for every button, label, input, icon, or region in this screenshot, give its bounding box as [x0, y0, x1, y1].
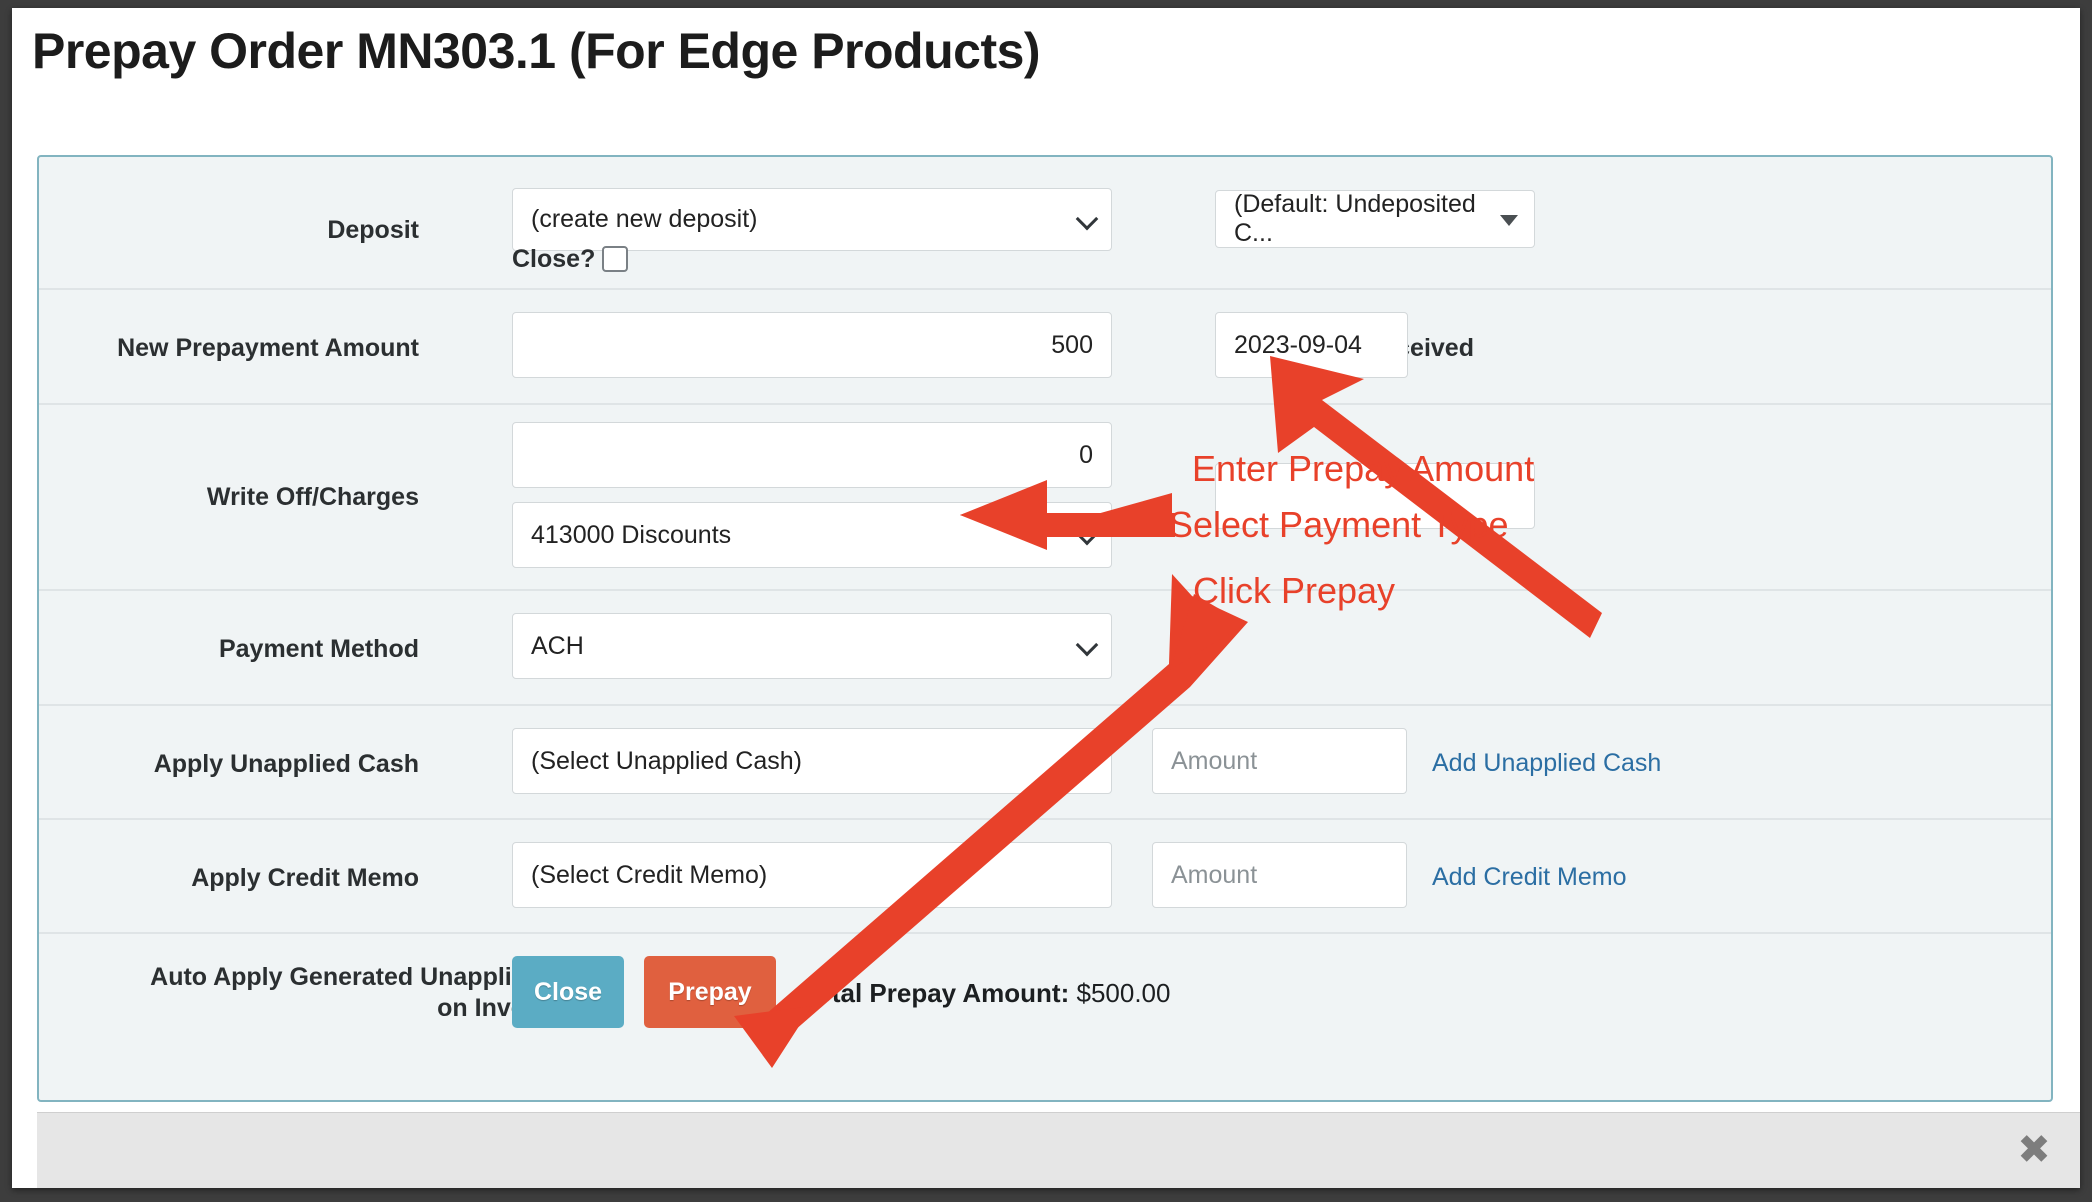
- total-prepay-amount-value: $500.00: [1076, 978, 1171, 1008]
- deposit-select-value: (create new deposit): [531, 205, 758, 233]
- close-label-text: Close?: [512, 245, 596, 273]
- form-row-new-prepayment-amount: New Prepayment Amount 500 Date Received …: [39, 290, 2051, 405]
- chevron-down-icon: [1075, 748, 1099, 772]
- form-row-actions: Auto Apply Generated Unapplied Cash on I…: [39, 934, 2051, 1062]
- close-button[interactable]: Close: [512, 956, 624, 1028]
- total-prepay-amount-label: Total Prepay Amount:: [802, 978, 1070, 1008]
- payment-value-to-select[interactable]: (Default: Undeposited C...: [1215, 190, 1535, 248]
- close-checkbox[interactable]: [602, 246, 629, 272]
- add-credit-memo-link[interactable]: Add Credit Memo: [1432, 863, 1627, 892]
- label-payment-method: Payment Method: [218, 635, 419, 663]
- unapplied-cash-amount-input[interactable]: Amount: [1152, 728, 1407, 794]
- write-off-amount-value: 0: [1079, 440, 1093, 469]
- form-row-apply-unapplied-cash: Apply Unapplied Cash (Select Unapplied C…: [39, 706, 2051, 820]
- form-row-payment-method: Payment Method ACH: [39, 591, 2051, 706]
- unapplied-cash-value: (Select Unapplied Cash): [531, 746, 802, 775]
- label-apply-credit-memo: Apply Credit Memo: [191, 864, 419, 892]
- prepay-form-panel: Deposit (create new deposit) Close? Paym…: [37, 155, 2053, 1102]
- close-checkbox-label: Close?: [512, 245, 629, 274]
- caret-down-icon: [1500, 215, 1518, 226]
- date-received-value: 2023-09-04: [1234, 330, 1362, 359]
- dialog-window: Prepay Order MN303.1 (For Edge Products)…: [12, 8, 2080, 1188]
- unapplied-cash-select[interactable]: (Select Unapplied Cash): [512, 728, 1112, 794]
- label-write-off-charges: Write Off/Charges: [206, 483, 419, 511]
- dialog-footer-bar: ✖: [37, 1112, 2080, 1188]
- credit-memo-value: (Select Credit Memo): [531, 860, 768, 889]
- annotation-select-payment-type: Select Payment Type: [1169, 504, 1509, 545]
- prepay-button[interactable]: Prepay: [644, 956, 776, 1028]
- credit-memo-amount-placeholder: Amount: [1171, 860, 1258, 889]
- label-apply-unapplied-cash: Apply Unapplied Cash: [153, 750, 419, 778]
- chevron-down-icon: [1075, 633, 1099, 657]
- form-row-apply-credit-memo: Apply Credit Memo (Select Credit Memo) A…: [39, 820, 2051, 934]
- credit-memo-select[interactable]: (Select Credit Memo): [512, 842, 1112, 908]
- write-off-amount-input[interactable]: 0: [512, 422, 1112, 488]
- form-row-write-off-charges: Write Off/Charges 0 413000 Discounts Ref…: [39, 405, 2051, 591]
- payment-method-select[interactable]: ACH: [512, 613, 1112, 679]
- annotation-click-prepay: Click Prepay: [1193, 570, 1396, 611]
- payment-method-value: ACH: [531, 631, 584, 660]
- total-prepay-amount: Total Prepay Amount: $500.00: [802, 978, 1170, 1009]
- close-icon[interactable]: ✖: [2016, 1130, 2052, 1170]
- chevron-down-icon: [1075, 522, 1099, 546]
- credit-memo-amount-input[interactable]: Amount: [1152, 842, 1407, 908]
- page-title: Prepay Order MN303.1 (For Edge Products): [32, 23, 1041, 79]
- label-deposit: Deposit: [327, 216, 419, 244]
- add-unapplied-cash-link[interactable]: Add Unapplied Cash: [1432, 749, 1661, 778]
- unapplied-cash-amount-placeholder: Amount: [1171, 746, 1258, 775]
- annotation-enter-prepay-amount: Enter Prepay Amount: [1192, 448, 1535, 489]
- label-new-prepayment-amount: New Prepayment Amount: [117, 334, 419, 362]
- date-received-input[interactable]: 2023-09-04: [1215, 312, 1408, 378]
- form-row-deposit: Deposit (create new deposit) Close? Paym…: [39, 157, 2051, 290]
- payment-value-to-value: (Default: Undeposited C...: [1234, 190, 1476, 247]
- write-off-account-value: 413000 Discounts: [531, 520, 732, 549]
